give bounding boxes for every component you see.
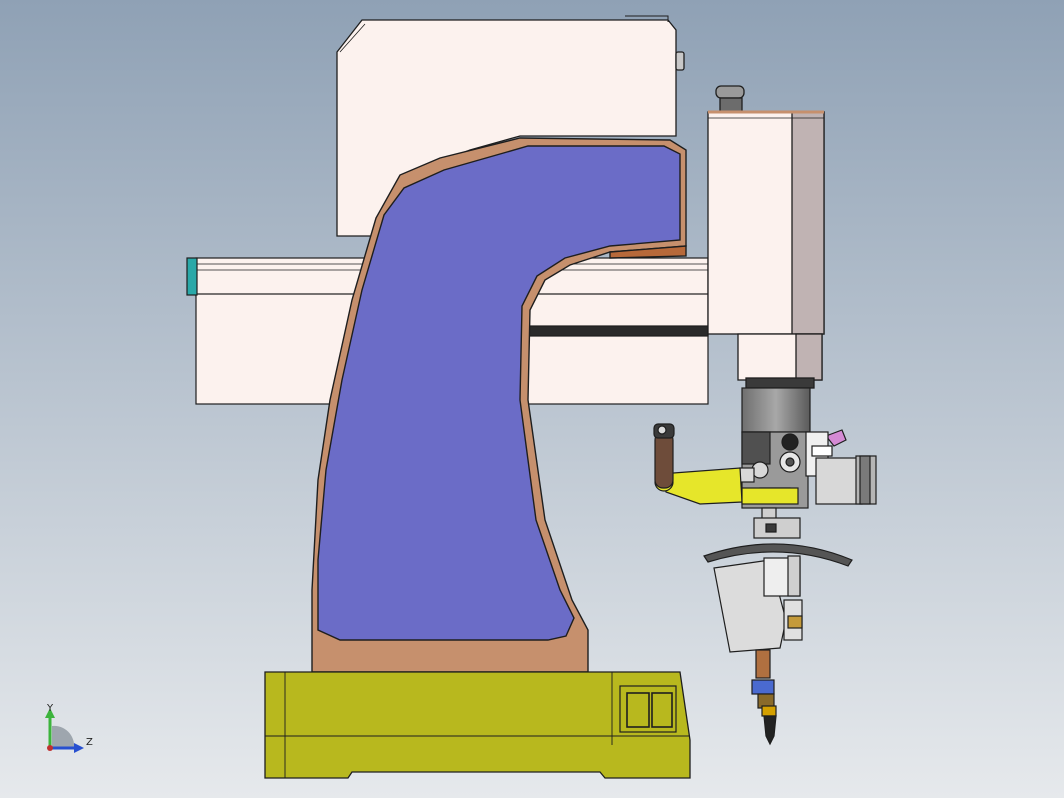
wire-spool-post <box>654 431 674 489</box>
triad-label-y: Y <box>46 703 54 714</box>
head-knob <box>715 85 745 99</box>
machine-drawing: Y Z <box>0 0 1064 798</box>
housing-knob <box>675 51 685 71</box>
arm-underside <box>519 325 709 337</box>
triad-label-z: Z <box>86 737 93 748</box>
machine-base <box>264 671 691 779</box>
cad-viewport[interactable]: Y Z <box>0 0 1064 798</box>
torch-neck <box>755 649 771 679</box>
pulley <box>781 433 799 451</box>
arm-end-cap <box>186 257 198 296</box>
